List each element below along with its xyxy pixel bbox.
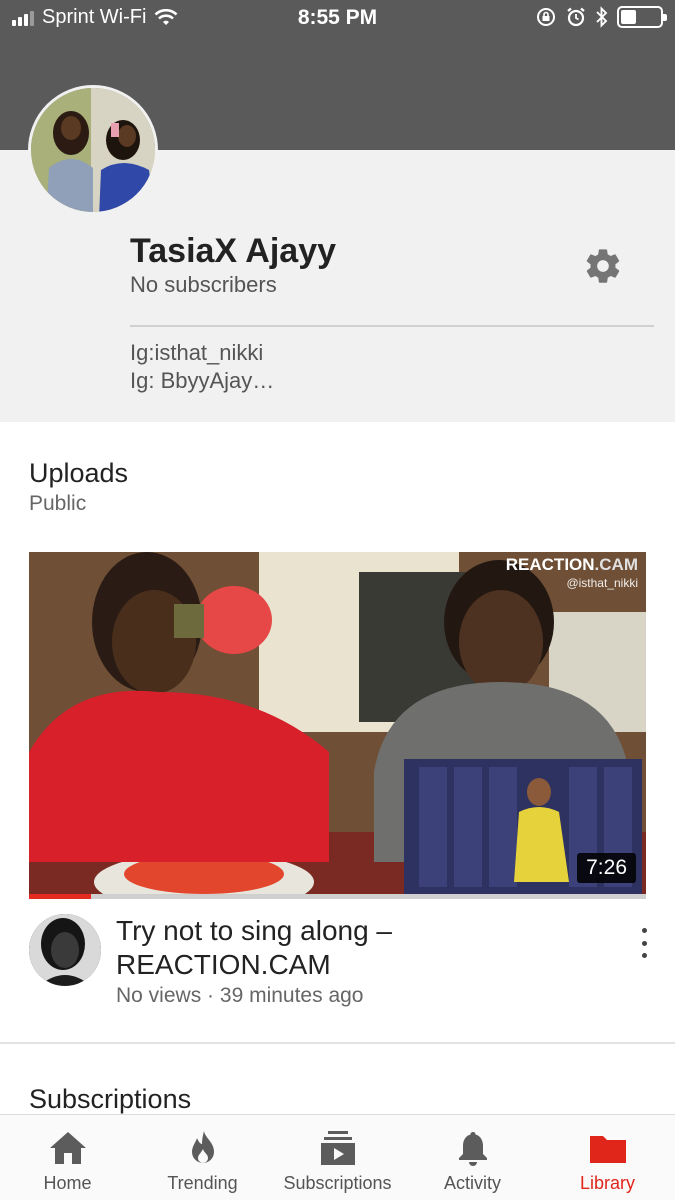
nav-activity-label: Activity xyxy=(443,1173,501,1193)
nav-trending[interactable]: Trending xyxy=(135,1115,270,1200)
nav-activity[interactable]: Activity xyxy=(405,1115,540,1200)
subscriptions-icon xyxy=(320,1131,355,1165)
status-right xyxy=(535,6,667,28)
nav-library[interactable]: Library xyxy=(540,1115,675,1200)
video-title[interactable]: Try not to sing along – REACTION.CAM xyxy=(116,914,586,982)
section-divider xyxy=(0,1042,675,1044)
nav-home-label: Home xyxy=(43,1173,92,1193)
status-bar: Sprint Wi-Fi 8:55 PM xyxy=(0,0,675,36)
channel-name: TasiaX Ajayy xyxy=(130,232,337,270)
subscriber-count: No subscribers xyxy=(130,272,277,297)
settings-gear-icon[interactable] xyxy=(583,246,623,286)
subscriptions-heading[interactable]: Subscriptions xyxy=(29,1084,191,1115)
more-options-icon[interactable] xyxy=(630,928,658,958)
uploads-visibility: Public xyxy=(29,492,87,515)
nav-home[interactable]: Home xyxy=(0,1115,135,1200)
video-thumbnail[interactable]: REACTION.CAM @isthat_nikki 7:26 xyxy=(29,552,646,899)
header-divider xyxy=(130,325,654,327)
uploads-heading[interactable]: Uploads xyxy=(29,458,128,489)
avatar-photo xyxy=(31,88,155,212)
nav-trending-label: Trending xyxy=(167,1173,238,1193)
meta-separator: · xyxy=(207,984,215,1007)
bottom-navigation: Home Trending Subscriptions Activity Lib… xyxy=(0,1114,675,1200)
bell-icon xyxy=(458,1132,487,1166)
flame-icon xyxy=(191,1131,214,1163)
folder-icon xyxy=(589,1136,626,1163)
video-meta: No views · 39 minutes ago xyxy=(116,984,364,1008)
bluetooth-icon xyxy=(596,6,608,28)
nav-subscriptions[interactable]: Subscriptions xyxy=(270,1115,405,1200)
video-info[interactable]: Try not to sing along – REACTION.CAM No … xyxy=(0,908,675,1008)
watch-progress-bar xyxy=(29,894,646,899)
battery-icon xyxy=(617,6,667,28)
channel-avatar[interactable] xyxy=(28,85,158,215)
alarm-icon xyxy=(567,7,585,27)
nav-library-label: Library xyxy=(579,1173,636,1193)
about-line-1: Ig:isthat_nikki xyxy=(130,340,264,365)
battery-fill xyxy=(621,10,637,24)
about-line-2[interactable]: Ig: BbyyAjay… xyxy=(130,368,274,394)
thumbnail-image xyxy=(29,552,646,899)
nav-subscriptions-label: Subscriptions xyxy=(283,1173,392,1193)
home-icon xyxy=(49,1132,86,1164)
video-age: 39 minutes ago xyxy=(219,984,364,1007)
watch-progress-fill xyxy=(29,894,91,899)
reaction-cam-watermark: REACTION.CAM @isthat_nikki xyxy=(505,555,638,591)
video-views: No views xyxy=(116,984,202,1007)
video-duration: 7:26 xyxy=(577,853,636,883)
video-channel-avatar[interactable] xyxy=(29,914,101,986)
orientation-lock-icon xyxy=(537,8,555,26)
